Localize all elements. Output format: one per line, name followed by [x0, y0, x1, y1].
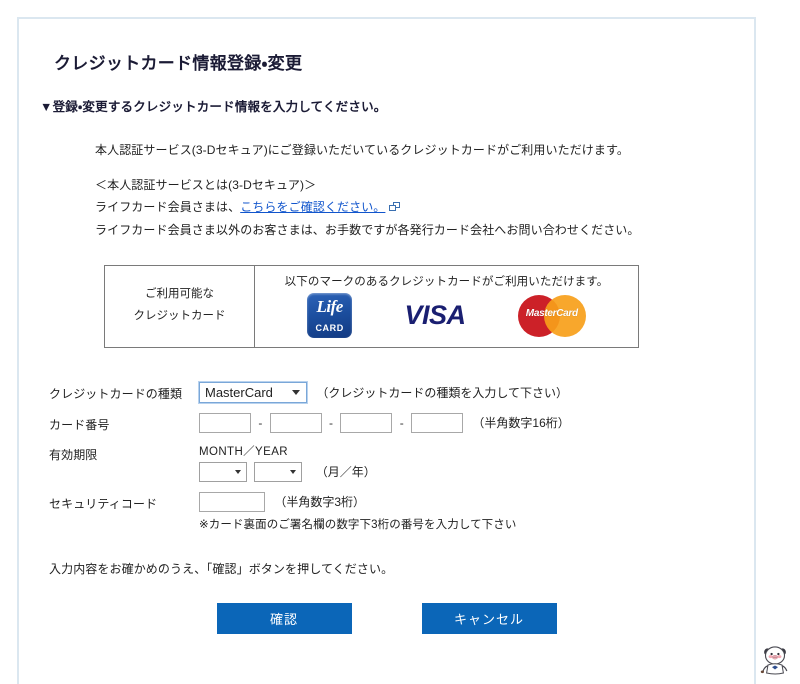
card-number-input-2[interactable] — [269, 412, 322, 433]
panel-inner: クレジットカード情報登録・変更 ▼登録・変更するクレジットカード情報を入力してく… — [19, 19, 754, 684]
card-number-field: - - - （半角数字16桁） — [199, 412, 734, 433]
confirm-button[interactable]: 確認 — [216, 602, 352, 634]
expiry-month-select[interactable] — [199, 461, 247, 482]
card-number-input-3[interactable] — [340, 412, 393, 433]
form-row-security-code: セキュリティコード （半角数字3桁） ※カード裏面のご署名欄の数字下3桁の番号を… — [49, 491, 734, 532]
panda-mascot-icon — [760, 646, 788, 675]
expiry-field: MONTH／YEAR （月／年） — [199, 443, 734, 482]
form-row-card-number: カード番号 - - - （半角数字16桁） — [49, 412, 734, 433]
intro-text-block: 本人認証サービス(3-Dセキュア)にご登録いただいているクレジットカードがご利用… — [95, 139, 734, 241]
lead-instruction: ▼登録・変更するクレジットカード情報を入力してください。 — [40, 100, 387, 114]
form-row-brand: クレジットカードの種類 MasterCard （クレジットカードの種類を入力して… — [49, 380, 734, 404]
page-root: クレジットカード情報登録・変更 ▼登録・変更するクレジットカード情報を入力してく… — [0, 0, 800, 684]
accepted-cards-brands-cell: 以下のマークのあるクレジットカードがご利用いただけます。 Life CARD V… — [254, 264, 639, 348]
intro-line-2: ＜本人認証サービスとは(3-Dセキュア)＞ — [95, 178, 317, 193]
card-number-separator-2: - — [329, 415, 334, 430]
brand-logo-row: Life CARD VISA MasterCard — [261, 293, 632, 339]
intro-line-1: 本人認証サービス(3-Dセキュア)にご登録いただいているクレジットカードがご利用… — [95, 143, 629, 157]
security-code-input[interactable] — [199, 491, 265, 512]
expiry-month-wrap — [199, 461, 247, 482]
intro-line-3-prefix: ライフカード会員さまは、 — [95, 200, 241, 215]
intro-spacer — [95, 161, 734, 174]
expiry-hint: （月／年） — [315, 464, 376, 479]
expiry-year-wrap — [254, 461, 303, 482]
three-d-secure-link[interactable]: こちらをご確認ください。 — [240, 200, 385, 214]
security-code-label: セキュリティコード — [49, 496, 158, 511]
card-number-separator-3: - — [399, 415, 404, 430]
mastercard-logo-icon: MasterCard — [517, 294, 586, 337]
brand-label: クレジットカードの種類 — [49, 386, 183, 401]
accepted-cards-table: ご利用可能な クレジットカード 以下のマークのあるクレジットカードがご利用いただ… — [104, 264, 639, 348]
brand-field: MasterCard （クレジットカードの種類を入力して下さい） — [198, 380, 734, 404]
security-code-note: ※カード裏面のご署名欄の数字下3桁の番号を入力して下さい — [199, 518, 517, 531]
card-number-input-4[interactable] — [411, 412, 464, 433]
brands-caption: 以下のマークのあるクレジットカードがご利用いただけます。 — [284, 275, 609, 288]
mastercard-logo-text: MasterCard — [525, 307, 578, 319]
security-code-hint: （半角数字3桁） — [274, 494, 366, 509]
visa-logo-icon: VISA — [404, 300, 466, 331]
card-number-label: カード番号 — [49, 417, 110, 432]
accepted-cards-row: ご利用可能な クレジットカード 以下のマークのあるクレジットカードがご利用いただ… — [104, 264, 639, 348]
confirm-instruction: 入力内容をお確かめのうえ、「確認」ボタンを押してください。 — [49, 561, 394, 576]
card-number-separator-1: - — [258, 415, 263, 430]
expiry-year-select[interactable] — [254, 461, 303, 482]
lifecard-logo-top: Life — [316, 297, 343, 317]
brand-select-wrap: MasterCard — [198, 380, 308, 404]
accepted-cards-label-cell: ご利用可能な クレジットカード — [104, 264, 255, 348]
form-row-expiry: 有効期限 MONTH／YEAR （月／年） — [49, 443, 734, 482]
lifecard-logo-bottom: CARD — [315, 323, 344, 334]
card-number-input-1[interactable] — [199, 412, 251, 433]
card-number-hint: （半角数字16桁） — [472, 415, 570, 430]
credit-card-form: クレジットカードの種類 MasterCard （クレジットカードの種類を入力して… — [49, 380, 734, 532]
brand-hint: （クレジットカードの種類を入力して下さい） — [316, 385, 568, 400]
accepted-cards-label-line1: ご利用可能な — [145, 288, 214, 301]
expiry-caption: MONTH／YEAR — [199, 445, 288, 458]
accepted-cards-label-line2: クレジットカード — [133, 310, 226, 323]
external-link-icon — [389, 202, 401, 212]
expiry-label: 有効期限 — [49, 447, 98, 462]
security-code-field: （半角数字3桁） ※カード裏面のご署名欄の数字下3桁の番号を入力して下さい — [199, 491, 734, 532]
intro-line-3: ライフカード会員さまは、こちらをご確認ください。 — [95, 196, 734, 218]
cancel-button[interactable]: キャンセル — [421, 602, 557, 634]
content-panel: クレジットカード情報登録・変更 ▼登録・変更するクレジットカード情報を入力してく… — [17, 17, 756, 684]
action-button-row: 確認 キャンセル — [39, 602, 734, 634]
lifecard-logo-icon: Life CARD — [307, 293, 353, 339]
card-brand-select[interactable]: MasterCard — [198, 380, 308, 404]
page-title: クレジットカード情報登録・変更 — [54, 54, 303, 73]
intro-line-4: ライフカード会員さま以外のお客さまは、お手数ですが各発行カード会社へお問い合わせ… — [95, 222, 640, 237]
